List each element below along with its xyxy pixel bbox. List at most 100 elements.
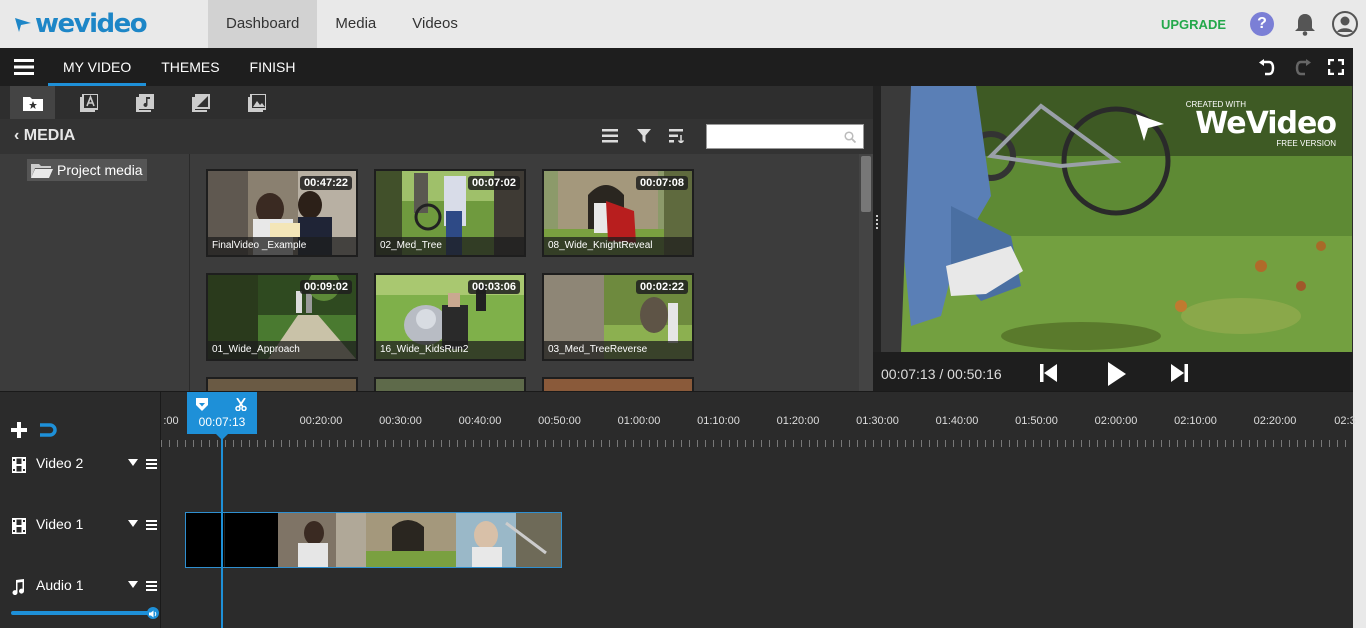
ruler-tick-label: 01:10:00 <box>697 415 740 427</box>
clip-name: 03_Med_TreeReverse <box>544 341 692 359</box>
clip-name: 08_Wide_KnightReveal <box>544 237 692 255</box>
magnet-snap-icon[interactable] <box>38 423 58 437</box>
timeline-ruler[interactable]: :00 02:3 00:20:00 00:30:00 00:40:00 00:50:0… <box>161 392 1356 448</box>
tab-dashboard[interactable]: Dashboard <box>208 0 318 48</box>
fullscreen-icon[interactable] <box>1328 59 1344 75</box>
notification-bell-icon[interactable] <box>1294 12 1316 36</box>
media-clip-thumb[interactable]: 00:07:02 02_Med_Tree <box>374 169 526 257</box>
ruler-tick-label: 02:20:00 <box>1253 415 1297 427</box>
media-clip-thumb[interactable]: 00:47:22 FinalVideo _Example <box>206 169 358 257</box>
editor-toolbar: MY VIDEO THEMES FINISH <box>0 48 1366 86</box>
tab-text-titles[interactable] <box>66 86 111 119</box>
video-preview[interactable]: CREATED WITH WeVideo FREE VERSION <box>881 86 1352 352</box>
track-video-2: Video 2 <box>0 447 1353 508</box>
ruler-tick-label: 01:40:00 <box>935 415 979 427</box>
sort-icon[interactable] <box>669 129 685 143</box>
help-icon[interactable]: ? <box>1250 12 1274 36</box>
caret-down-icon[interactable] <box>128 581 138 588</box>
marker-shield-icon[interactable] <box>196 398 208 411</box>
track-menu-icon[interactable] <box>146 459 157 469</box>
media-search <box>706 124 864 149</box>
clip-name: 01_Wide_Approach <box>208 341 356 359</box>
filter-icon[interactable] <box>637 129 651 143</box>
track-menu-icon[interactable] <box>146 520 157 530</box>
skip-forward-icon[interactable] <box>1170 364 1188 382</box>
clip-thumbnail-image <box>376 379 524 391</box>
tab-audio-library[interactable] <box>122 86 167 119</box>
media-scrollbar[interactable] <box>859 154 873 391</box>
timeline-header <box>0 392 161 448</box>
playhead[interactable]: 00:07:13 <box>187 392 257 440</box>
scissors-split-icon[interactable] <box>235 398 247 411</box>
track-name: Video 1 <box>36 516 84 532</box>
chevron-left-icon: ‹ <box>14 127 24 144</box>
wevideo-logo[interactable]: wevideo <box>14 10 148 38</box>
tab-my-video[interactable]: MY VIDEO <box>48 48 147 86</box>
ruler-tick-label: 01:20:00 <box>776 415 820 427</box>
clip-duration: 00:02:22 <box>635 280 688 294</box>
clip-filmstrip-image <box>186 513 561 567</box>
media-back-button[interactable]: ‹ MEDIA <box>14 127 75 145</box>
track-lane[interactable] <box>161 569 1353 628</box>
media-clip-thumb[interactable]: 00:03:06 16_Wide_KidsRun2 <box>374 273 526 361</box>
logo-play-icon <box>15 18 31 32</box>
media-clip-thumb[interactable]: 00:02:22 03_Med_TreeReverse <box>542 273 694 361</box>
folder-icon <box>31 164 53 178</box>
track-menu-icon[interactable] <box>146 581 157 591</box>
media-clip-thumb[interactable]: 00:07:08 08_Wide_KnightReveal <box>542 169 694 257</box>
redo-icon[interactable] <box>1295 59 1313 77</box>
clip-duration: 00:07:02 <box>467 176 520 190</box>
undo-icon[interactable] <box>1257 59 1275 77</box>
skip-back-icon[interactable] <box>1040 364 1058 382</box>
tab-videos[interactable]: Videos <box>394 0 476 48</box>
clip-thumbnail-image <box>544 379 692 391</box>
clip-duration: 00:07:08 <box>635 176 688 190</box>
upgrade-link[interactable]: UPGRADE <box>1161 17 1226 32</box>
playhead-time: 00:07:13 <box>198 415 246 429</box>
resize-handle-dots <box>876 215 878 229</box>
transition-icon <box>191 93 210 112</box>
media-grid: 00:47:22 FinalVideo _Example 00:07:02 02… <box>191 154 859 391</box>
ruler-tick-label: 00:50:00 <box>538 415 581 427</box>
page-scrollbar[interactable] <box>1353 48 1366 628</box>
media-clip-thumb-partial[interactable] <box>374 377 526 391</box>
top-nav: Dashboard Media Videos <box>208 0 476 48</box>
tab-images[interactable] <box>234 86 279 119</box>
media-scrollbar-thumb[interactable] <box>861 156 871 212</box>
play-icon[interactable] <box>1107 362 1127 386</box>
ruler-tick-label: 01:30:00 <box>856 415 899 427</box>
tab-media[interactable]: Media <box>317 0 394 48</box>
media-panel: ‹ MEDIA Project media 00:47:22 FinalVide… <box>0 86 873 391</box>
folder-project-media[interactable]: Project media <box>27 159 147 181</box>
tab-finish[interactable]: FINISH <box>235 48 311 86</box>
ruler-tick-label: 01:50:00 <box>1015 415 1058 427</box>
caret-down-icon[interactable] <box>128 520 138 527</box>
user-avatar-icon[interactable] <box>1332 11 1358 37</box>
clip-name: 16_Wide_KidsRun2 <box>376 341 524 359</box>
media-clip-thumb[interactable]: 00:09:02 01_Wide_Approach <box>206 273 358 361</box>
volume-slider-handle[interactable] <box>147 607 159 619</box>
media-header: ‹ MEDIA <box>0 119 873 154</box>
clip-duration: 00:09:02 <box>299 280 352 294</box>
folder-star-icon <box>22 96 43 111</box>
search-icon[interactable] <box>844 131 856 143</box>
media-clip-thumb-partial[interactable] <box>206 377 358 391</box>
timeline-video-clip[interactable] <box>185 512 562 568</box>
media-clip-thumb-partial[interactable] <box>542 377 694 391</box>
playhead-line[interactable] <box>221 430 223 628</box>
clip-name: 02_Med_Tree <box>376 237 524 255</box>
hamburger-menu-icon[interactable] <box>14 59 34 75</box>
tab-transitions[interactable] <box>178 86 223 119</box>
watermark-play-icon <box>1136 114 1164 141</box>
track-lane[interactable] <box>161 447 1353 508</box>
add-track-icon[interactable] <box>11 422 27 438</box>
track-name: Video 2 <box>36 455 84 471</box>
list-view-icon[interactable] <box>602 129 618 143</box>
panel-resize-handle[interactable] <box>873 86 881 391</box>
tab-my-media[interactable] <box>10 86 55 119</box>
tab-themes[interactable]: THEMES <box>146 48 234 86</box>
media-search-input[interactable] <box>707 125 837 148</box>
watermark: CREATED WITH WeVideo FREE VERSION <box>1176 100 1337 148</box>
audio-volume-slider[interactable] <box>11 611 157 615</box>
caret-down-icon[interactable] <box>128 459 138 466</box>
